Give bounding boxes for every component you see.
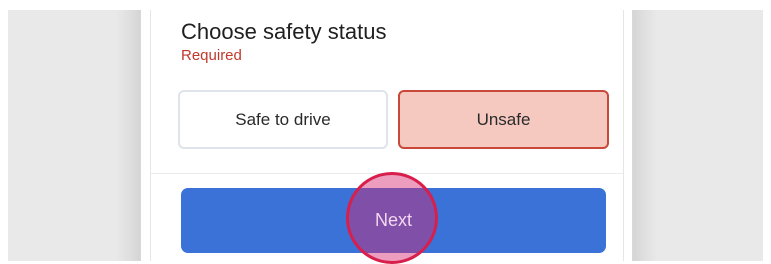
unsafe-label: Unsafe bbox=[476, 109, 531, 129]
safe-to-drive-label: Safe to drive bbox=[235, 109, 331, 129]
right-panel-shadow bbox=[633, 10, 657, 261]
unsafe-option[interactable]: Unsafe bbox=[398, 90, 609, 149]
tap-indicator bbox=[346, 172, 438, 264]
left-panel-shadow bbox=[116, 10, 140, 261]
screen: Choose safety status Required Safe to dr… bbox=[0, 0, 771, 264]
safe-to-drive-option[interactable]: Safe to drive bbox=[178, 90, 388, 149]
panel-inner-border-left bbox=[150, 10, 151, 261]
panel-inner-border-right bbox=[623, 10, 624, 261]
required-indicator: Required bbox=[181, 47, 242, 64]
section-title: Choose safety status bbox=[181, 19, 387, 44]
